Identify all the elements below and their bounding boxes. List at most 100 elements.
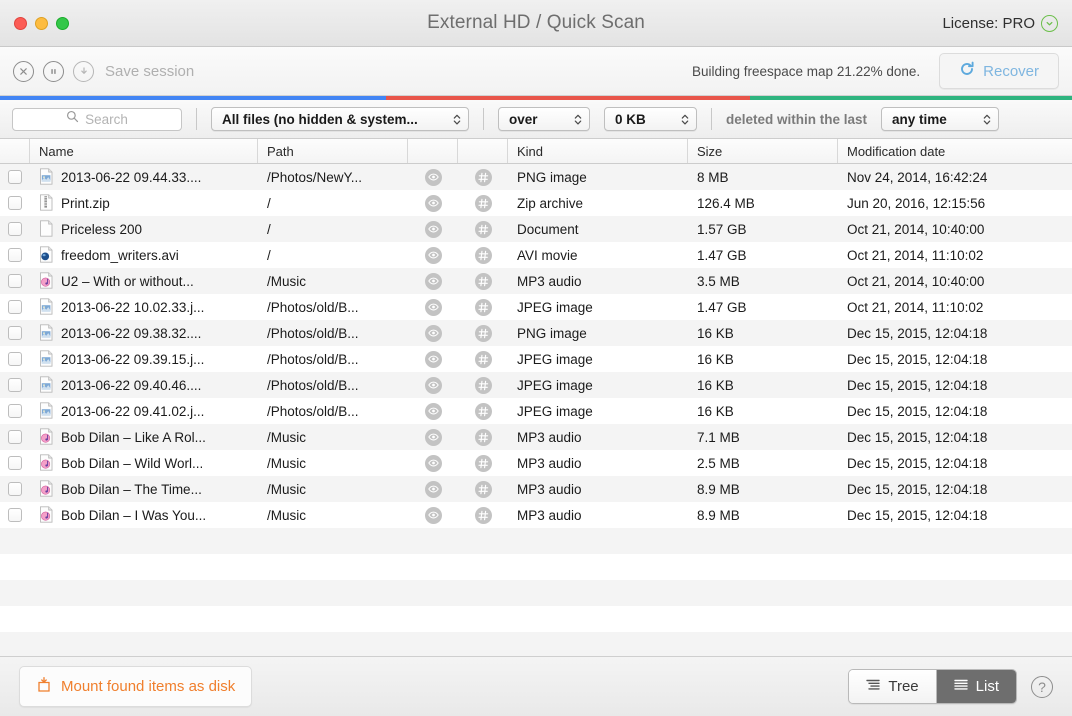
tree-view-button[interactable]: Tree	[849, 670, 936, 703]
time-range-select[interactable]: any time	[881, 107, 1000, 131]
file-type-select[interactable]: All files (no hidden & system...	[211, 107, 469, 131]
table-row[interactable]: 2013-06-22 09.40.46.... /Photos/old/B... J…	[0, 372, 1072, 398]
row-name-cell: freedom_writers.avi	[30, 242, 258, 268]
hash-icon[interactable]	[474, 194, 492, 212]
image-file-icon	[39, 324, 54, 342]
column-header-date[interactable]: Modification date	[838, 139, 1072, 163]
scan-status-text: Building freespace map 21.22% done.	[691, 63, 921, 79]
chevron-updown-icon	[681, 113, 689, 126]
table-row[interactable]: freedom_writers.avi / AVI movie 1.47 GB Oct …	[0, 242, 1072, 268]
row-checkbox[interactable]	[8, 378, 22, 392]
table-row[interactable]: Priceless 200 / Document 1.57 GB Oct 21, 201…	[0, 216, 1072, 242]
row-checkbox[interactable]	[8, 222, 22, 236]
row-checkbox[interactable]	[8, 326, 22, 340]
row-checkbox[interactable]	[8, 196, 22, 210]
stop-circle-icon[interactable]	[13, 60, 34, 82]
license-status[interactable]: License: PRO	[942, 14, 1072, 32]
row-checkbox[interactable]	[8, 248, 22, 262]
row-checkbox[interactable]	[8, 482, 22, 496]
column-header-select-all[interactable]	[0, 139, 30, 163]
column-header-kind[interactable]: Kind	[508, 139, 688, 163]
table-row[interactable]: Bob Dilan – I Was You... /Music MP3 audio 8…	[0, 502, 1072, 528]
filter-divider-3	[711, 108, 712, 130]
hash-icon[interactable]	[474, 350, 492, 368]
table-row[interactable]: U2 – With or without... /Music MP3 audio 3.…	[0, 268, 1072, 294]
row-name-cell: Bob Dilan – The Time...	[30, 476, 258, 502]
column-header-path[interactable]: Path	[258, 139, 408, 163]
row-checkbox-cell	[0, 424, 30, 450]
search-input[interactable]: Search	[12, 107, 182, 131]
minimize-button[interactable]	[35, 16, 48, 30]
column-header-hash[interactable]	[458, 139, 508, 163]
hash-icon[interactable]	[474, 454, 492, 472]
list-view-button[interactable]: List	[935, 670, 1016, 703]
row-checkbox[interactable]	[8, 508, 22, 522]
eye-icon[interactable]	[424, 402, 442, 420]
hash-icon[interactable]	[474, 246, 492, 264]
hash-icon[interactable]	[474, 272, 492, 290]
column-header-name[interactable]: Name	[30, 139, 258, 163]
hash-icon[interactable]	[474, 168, 492, 186]
empty-row-stripe	[0, 580, 1072, 606]
row-checkbox-cell	[0, 268, 30, 294]
hash-icon[interactable]	[474, 324, 492, 342]
row-checkbox[interactable]	[8, 430, 22, 444]
hash-icon[interactable]	[474, 428, 492, 446]
eye-icon[interactable]	[424, 194, 442, 212]
hash-icon[interactable]	[474, 376, 492, 394]
eye-icon[interactable]	[424, 350, 442, 368]
recover-button[interactable]: Recover	[939, 53, 1059, 89]
hash-icon[interactable]	[474, 402, 492, 420]
table-row[interactable]: Bob Dilan – Wild Worl... /Music MP3 audio 2…	[0, 450, 1072, 476]
row-checkbox[interactable]	[8, 352, 22, 366]
close-button[interactable]	[14, 16, 27, 30]
row-path: /Music	[267, 481, 307, 497]
row-date: Dec 15, 2015, 12:04:18	[847, 325, 988, 341]
eye-icon[interactable]	[424, 506, 442, 524]
table-row[interactable]: 2013-06-22 09.41.02.j... /Photos/old/B...…	[0, 398, 1072, 424]
row-date: Nov 24, 2014, 16:42:24	[847, 169, 988, 185]
eye-icon[interactable]	[424, 324, 442, 342]
hash-icon[interactable]	[474, 506, 492, 524]
hash-icon[interactable]	[474, 220, 492, 238]
eye-icon[interactable]	[424, 376, 442, 394]
table-row[interactable]: Bob Dilan – Like A Rol... /Music MP3 audio…	[0, 424, 1072, 450]
row-date: Dec 15, 2015, 12:04:18	[847, 481, 988, 497]
eye-icon[interactable]	[424, 220, 442, 238]
eye-icon[interactable]	[424, 272, 442, 290]
row-checkbox-cell	[0, 476, 30, 502]
eye-icon[interactable]	[424, 246, 442, 264]
eye-icon[interactable]	[424, 168, 442, 186]
row-size: 8.9 MB	[697, 507, 740, 523]
row-preview-cell	[408, 294, 458, 320]
eye-icon[interactable]	[424, 298, 442, 316]
maximize-button[interactable]	[56, 16, 69, 30]
hash-icon[interactable]	[474, 480, 492, 498]
save-session-label[interactable]: Save session	[105, 63, 194, 80]
size-select[interactable]: 0 KB	[604, 107, 697, 131]
table-row[interactable]: 2013-06-22 09.38.32.... /Photos/old/B... P…	[0, 320, 1072, 346]
download-circle-icon[interactable]	[73, 60, 94, 82]
row-checkbox[interactable]	[8, 300, 22, 314]
help-button[interactable]: ?	[1031, 675, 1053, 698]
row-checkbox[interactable]	[8, 274, 22, 288]
mount-found-items-button[interactable]: Mount found items as disk	[19, 666, 253, 707]
chevron-down-icon[interactable]	[1041, 14, 1058, 32]
eye-icon[interactable]	[424, 454, 442, 472]
eye-icon[interactable]	[424, 428, 442, 446]
pause-circle-icon[interactable]	[43, 60, 64, 82]
table-row[interactable]: 2013-06-22 09.39.15.j... /Photos/old/B...…	[0, 346, 1072, 372]
table-row[interactable]: 2013-06-22 09.44.33.... /Photos/NewY... PN…	[0, 164, 1072, 190]
hash-icon[interactable]	[474, 298, 492, 316]
row-checkbox[interactable]	[8, 456, 22, 470]
eye-icon[interactable]	[424, 480, 442, 498]
row-checkbox[interactable]	[8, 170, 22, 184]
row-checkbox[interactable]	[8, 404, 22, 418]
table-row[interactable]: 2013-06-22 10.02.33.j... /Photos/old/B...…	[0, 294, 1072, 320]
column-header-size[interactable]: Size	[688, 139, 838, 163]
table-row[interactable]: Bob Dilan – The Time... /Music MP3 audio 8.…	[0, 476, 1072, 502]
comparator-select[interactable]: over	[498, 107, 590, 131]
column-header-preview[interactable]	[408, 139, 458, 163]
table-row[interactable]: Print.zip / Zip archive 126.4 MB Jun 20, 201…	[0, 190, 1072, 216]
traffic-lights	[0, 16, 69, 30]
